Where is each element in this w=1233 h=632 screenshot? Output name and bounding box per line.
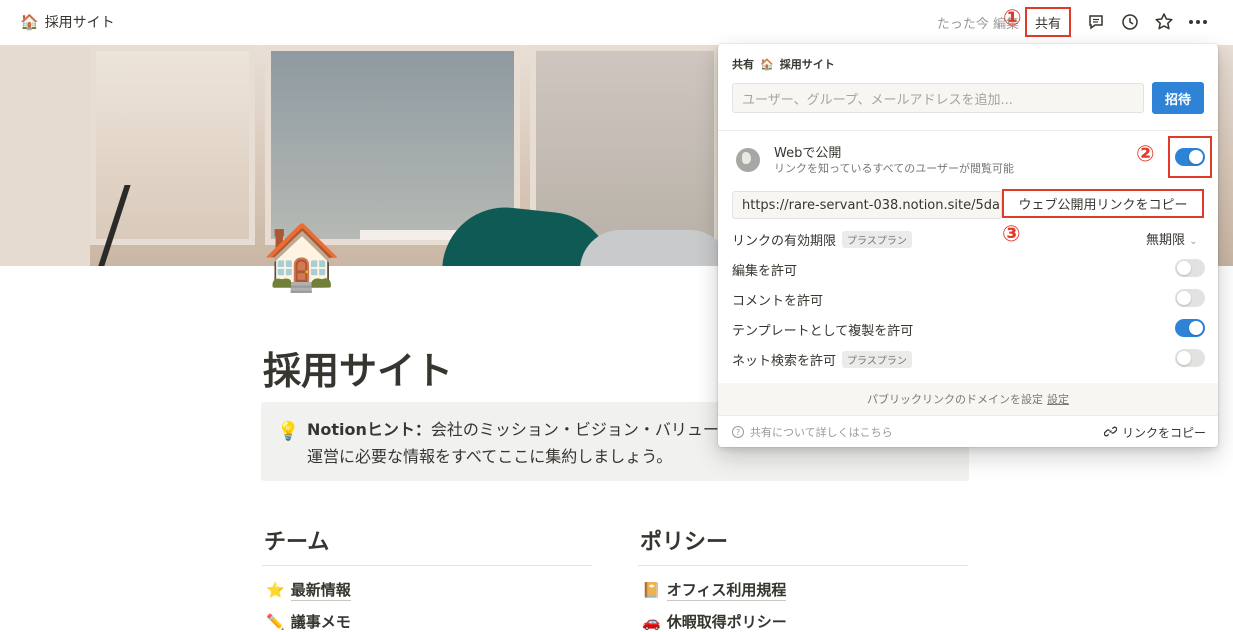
option-link-expiry: リンクの有効期限 プラスプラン <box>732 230 912 249</box>
option-label: ネット検索を許可 <box>732 354 837 369</box>
list-item[interactable]: ⭐ 最新情報 <box>266 579 351 601</box>
public-url-field[interactable]: https://rare-servant-038.notion.site/5da <box>732 191 1002 219</box>
option-allow-comment: コメントを許可 <box>732 290 823 309</box>
allow-search-toggle[interactable] <box>1175 349 1205 367</box>
invite-button[interactable]: 招待 <box>1152 82 1204 114</box>
option-allow-edit: 編集を許可 <box>732 260 797 279</box>
lightbulb-icon: 💡 <box>277 421 300 442</box>
chevron-down-icon: ⌄ <box>1189 236 1198 247</box>
page-link: 最新情報 <box>290 581 351 601</box>
breadcrumb-title: 採用サイト <box>44 15 115 31</box>
option-label: テンプレートとして複製を許可 <box>732 324 914 339</box>
list-item[interactable]: 📔 オフィス利用規程 <box>642 579 787 601</box>
comment-icon[interactable] <box>1085 11 1107 33</box>
share-button[interactable]: 共有 <box>1024 7 1071 37</box>
copy-link-button[interactable]: リンクをコピー <box>1103 424 1206 441</box>
invite-input[interactable]: ユーザー、グループ、メールアドレスを追加... <box>732 83 1144 113</box>
domain-settings-link[interactable]: 設定 <box>1047 391 1069 407</box>
cover-chair <box>580 230 730 266</box>
list-item[interactable]: 🚗 休暇取得ポリシー <box>642 611 787 632</box>
share-help-link[interactable]: ? 共有について詳しくはこちら <box>732 424 893 440</box>
divider <box>262 565 592 566</box>
callout-bold: Notionヒント： <box>307 420 431 439</box>
copy-link-label: リンクをコピー <box>1121 426 1206 440</box>
top-actions: たった今 編集 共有 <box>937 7 1215 37</box>
domain-settings-bar: パブリックリンクのドメインを設定 設定 <box>718 383 1218 415</box>
cover-wall <box>0 45 90 266</box>
more-icon[interactable] <box>1187 11 1209 33</box>
page-link: 議事メモ <box>290 613 351 631</box>
link-expiry-dropdown[interactable]: 無期限 ⌄ <box>1146 229 1198 248</box>
allow-comment-toggle[interactable] <box>1175 289 1205 307</box>
page-link: オフィス利用規程 <box>666 581 787 601</box>
share-help-text: 共有について詳しくはこちら <box>750 426 893 439</box>
domain-text: パブリックリンクのドメインを設定 <box>867 393 1043 406</box>
list-item[interactable]: ✏️ 議事メモ <box>266 611 351 632</box>
publish-web-title: Webで公開 <box>774 146 842 161</box>
divider <box>718 130 1218 131</box>
share-header-page: 採用サイト <box>779 58 835 71</box>
step-marker-1: ① <box>1003 6 1022 31</box>
star-icon[interactable] <box>1153 11 1175 33</box>
star-icon: ⭐ <box>266 581 285 599</box>
publish-web-subtitle: リンクを知っているすべてのユーザーが閲覧可能 <box>774 162 1015 175</box>
callout-line-2: 運営に必要な情報をすべてここに集約しましょう。 <box>307 447 673 466</box>
house-icon: 🏠 <box>20 13 39 31</box>
globe-icon <box>736 148 760 172</box>
car-icon: 🚗 <box>642 613 661 631</box>
page-title[interactable]: 採用サイト <box>263 340 453 395</box>
team-heading: チーム <box>264 530 330 555</box>
plan-badge: プラスプラン <box>842 231 912 248</box>
option-label: 編集を許可 <box>732 264 798 279</box>
option-allow-duplicate: テンプレートとして複製を許可 <box>732 320 913 339</box>
page-icon[interactable]: 🏠 <box>262 226 342 290</box>
share-header-label: 共有 <box>732 58 754 71</box>
share-popup: 共有 🏠 採用サイト ユーザー、グループ、メールアドレスを追加... 招待 We… <box>718 44 1218 447</box>
step-marker-2: ② <box>1136 142 1155 167</box>
option-allow-search: ネット検索を許可 プラスプラン <box>732 350 912 369</box>
link-icon <box>1103 425 1118 441</box>
allow-edit-toggle[interactable] <box>1175 259 1205 277</box>
page-link: 休暇取得ポリシー <box>666 613 787 631</box>
share-popup-header: 共有 🏠 採用サイト <box>732 56 835 72</box>
help-icon: ? <box>732 426 744 438</box>
top-bar: 🏠 採用サイト たった今 編集 共有 ① <box>0 0 1233 45</box>
allow-duplicate-toggle[interactable] <box>1175 319 1205 337</box>
callout-text: 会社のミッション・ビジョン・バリューか <box>430 420 735 439</box>
publish-web-toggle[interactable] <box>1175 148 1205 166</box>
clock-icon[interactable] <box>1119 11 1141 33</box>
option-label: リンクの有効期限 <box>732 234 837 249</box>
breadcrumb[interactable]: 🏠 採用サイト <box>20 12 115 32</box>
plan-badge: プラスプラン <box>842 351 912 368</box>
link-expiry-value: 無期限 <box>1146 233 1186 248</box>
policy-heading: ポリシー <box>640 530 729 555</box>
pencil-icon: ✏️ <box>266 613 285 631</box>
divider <box>638 565 968 566</box>
house-icon: 🏠 <box>760 57 774 71</box>
copy-web-link-button[interactable]: ウェブ公開用リンクをコピー <box>1002 189 1204 218</box>
notebook-icon: 📔 <box>642 581 661 599</box>
step-marker-3: ③ <box>1002 222 1021 247</box>
divider <box>718 415 1218 416</box>
option-label: コメントを許可 <box>732 294 824 309</box>
